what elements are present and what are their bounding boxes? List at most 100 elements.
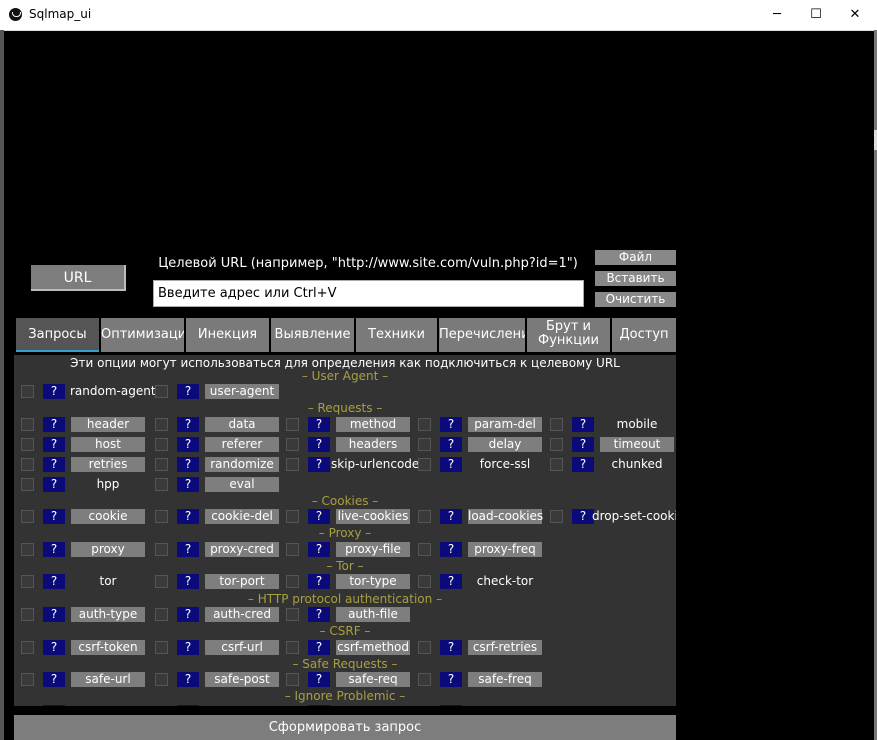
help-button-randomize[interactable]: ? <box>177 457 199 472</box>
checkbox-safe-post[interactable] <box>155 673 168 686</box>
help-button-header[interactable]: ? <box>43 417 65 432</box>
checkbox-safe-url[interactable] <box>21 673 34 686</box>
checkbox-drop-set-cookie[interactable] <box>550 510 563 523</box>
help-button-csrf-token[interactable]: ? <box>43 640 65 655</box>
button-tor-port[interactable]: tor-port <box>205 574 279 589</box>
button-referer[interactable]: referer <box>205 437 279 452</box>
checkbox-param-del[interactable] <box>418 418 431 431</box>
button-csrf-token[interactable]: csrf-token <box>71 640 145 655</box>
checkbox-proxy-cred[interactable] <box>155 543 168 556</box>
help-button-headers[interactable]: ? <box>308 437 330 452</box>
checkbox-host[interactable] <box>21 438 34 451</box>
button-headers[interactable]: headers <box>336 437 410 452</box>
button-data[interactable]: data <box>205 417 279 432</box>
button-method[interactable]: method <box>336 417 410 432</box>
target-url-input[interactable] <box>153 280 584 307</box>
url-button[interactable]: URL <box>31 265 126 291</box>
minimize-button[interactable]: ─ <box>758 0 796 30</box>
help-button-auth-cred[interactable]: ? <box>177 607 199 622</box>
help-button-method[interactable]: ? <box>308 417 330 432</box>
help-button-skip-urlencode[interactable]: ? <box>308 457 330 472</box>
help-button-tor-type[interactable]: ? <box>308 574 330 589</box>
help-button-drop-set-cookie[interactable]: ? <box>572 509 594 524</box>
checkbox-csrf-retries[interactable] <box>418 641 431 654</box>
help-button-force-ssl[interactable]: ? <box>440 457 462 472</box>
help-button-proxy[interactable]: ? <box>43 542 65 557</box>
checkbox-load-cookies[interactable] <box>418 510 431 523</box>
button-csrf-method[interactable]: csrf-method <box>336 640 410 655</box>
help-button-cookie-del[interactable]: ? <box>177 509 199 524</box>
button-host[interactable]: host <box>71 437 145 452</box>
checkbox-check-tor[interactable] <box>418 575 431 588</box>
button-retries[interactable]: retries <box>71 457 145 472</box>
help-button-proxy-file[interactable]: ? <box>308 542 330 557</box>
help-button-csrf-retries[interactable]: ? <box>440 640 462 655</box>
help-button-safe-post[interactable]: ? <box>177 672 199 687</box>
checkbox-tor-port[interactable] <box>155 575 168 588</box>
checkbox-proxy-freq[interactable] <box>418 543 431 556</box>
button-auth-file[interactable]: auth-file <box>336 607 410 622</box>
checkbox-safe-req[interactable] <box>286 673 299 686</box>
help-button-csrf-method[interactable]: ? <box>308 640 330 655</box>
tab-optimization[interactable]: Оптимизация <box>101 318 184 352</box>
checkbox-data[interactable] <box>155 418 168 431</box>
button-header[interactable]: header <box>71 417 145 432</box>
paste-button[interactable]: Вставить <box>595 271 676 286</box>
button-proxy-freq[interactable]: proxy-freq <box>468 542 542 557</box>
checkbox-retries[interactable] <box>21 458 34 471</box>
help-button-random-agent[interactable]: ? <box>43 384 65 399</box>
checkbox-auth-file[interactable] <box>286 608 299 621</box>
help-button-retries[interactable]: ? <box>43 457 65 472</box>
checkbox-safe-freq[interactable] <box>418 673 431 686</box>
checkbox-tor[interactable] <box>21 575 34 588</box>
checkbox-auth-type[interactable] <box>21 608 34 621</box>
button-delay[interactable]: delay <box>468 437 542 452</box>
help-button-cookie[interactable]: ? <box>43 509 65 524</box>
button-eval[interactable]: eval <box>205 477 279 492</box>
help-button-data[interactable]: ? <box>177 417 199 432</box>
checkbox-method[interactable] <box>286 418 299 431</box>
checkbox-proxy-file[interactable] <box>286 543 299 556</box>
help-button-ignore-timeouts[interactable]: ? <box>440 705 462 706</box>
tab-requests[interactable]: Запросы <box>16 318 99 352</box>
help-button-live-cookies[interactable]: ? <box>308 509 330 524</box>
button-user-agent[interactable]: user-agent <box>205 384 279 399</box>
help-button-ignore-proxy[interactable]: ? <box>177 705 199 706</box>
button-safe-req[interactable]: safe-req <box>336 672 410 687</box>
tab-techniques[interactable]: Техники <box>356 318 437 352</box>
help-button-safe-req[interactable]: ? <box>308 672 330 687</box>
help-button-check-tor[interactable]: ? <box>440 574 462 589</box>
checkbox-referer[interactable] <box>155 438 168 451</box>
checkbox-user-agent[interactable] <box>155 385 168 398</box>
help-button-ignore-code[interactable]: ? <box>43 705 65 706</box>
button-randomize[interactable]: randomize <box>205 457 279 472</box>
checkbox-force-ssl[interactable] <box>418 458 431 471</box>
help-button-hpp[interactable]: ? <box>43 477 65 492</box>
button-cookie[interactable]: cookie <box>71 509 145 524</box>
help-button-referer[interactable]: ? <box>177 437 199 452</box>
button-load-cookies[interactable]: load-cookies <box>468 509 543 524</box>
help-button-csrf-url[interactable]: ? <box>177 640 199 655</box>
button-timeout[interactable]: timeout <box>600 437 674 452</box>
clear-button[interactable]: Очистить <box>595 292 676 307</box>
build-request-button[interactable]: Сформировать запрос <box>14 715 676 740</box>
help-button-tor[interactable]: ? <box>43 574 65 589</box>
checkbox-mobile[interactable] <box>550 418 563 431</box>
help-button-auth-file[interactable]: ? <box>308 607 330 622</box>
checkbox-csrf-token[interactable] <box>21 641 34 654</box>
file-button[interactable]: Файл <box>595 250 676 265</box>
button-proxy[interactable]: proxy <box>71 542 145 557</box>
tab-access[interactable]: Доступ <box>612 318 676 352</box>
help-button-safe-url[interactable]: ? <box>43 672 65 687</box>
button-auth-cred[interactable]: auth-cred <box>205 607 279 622</box>
checkbox-cookie-del[interactable] <box>155 510 168 523</box>
help-button-param-del[interactable]: ? <box>440 417 462 432</box>
button-live-cookies[interactable]: live-cookies <box>336 509 410 524</box>
help-button-eval[interactable]: ? <box>177 477 199 492</box>
button-csrf-url[interactable]: csrf-url <box>205 640 279 655</box>
help-button-proxy-cred[interactable]: ? <box>177 542 199 557</box>
checkbox-live-cookies[interactable] <box>286 510 299 523</box>
button-safe-freq[interactable]: safe-freq <box>468 672 542 687</box>
checkbox-auth-cred[interactable] <box>155 608 168 621</box>
help-button-load-cookies[interactable]: ? <box>440 509 462 524</box>
